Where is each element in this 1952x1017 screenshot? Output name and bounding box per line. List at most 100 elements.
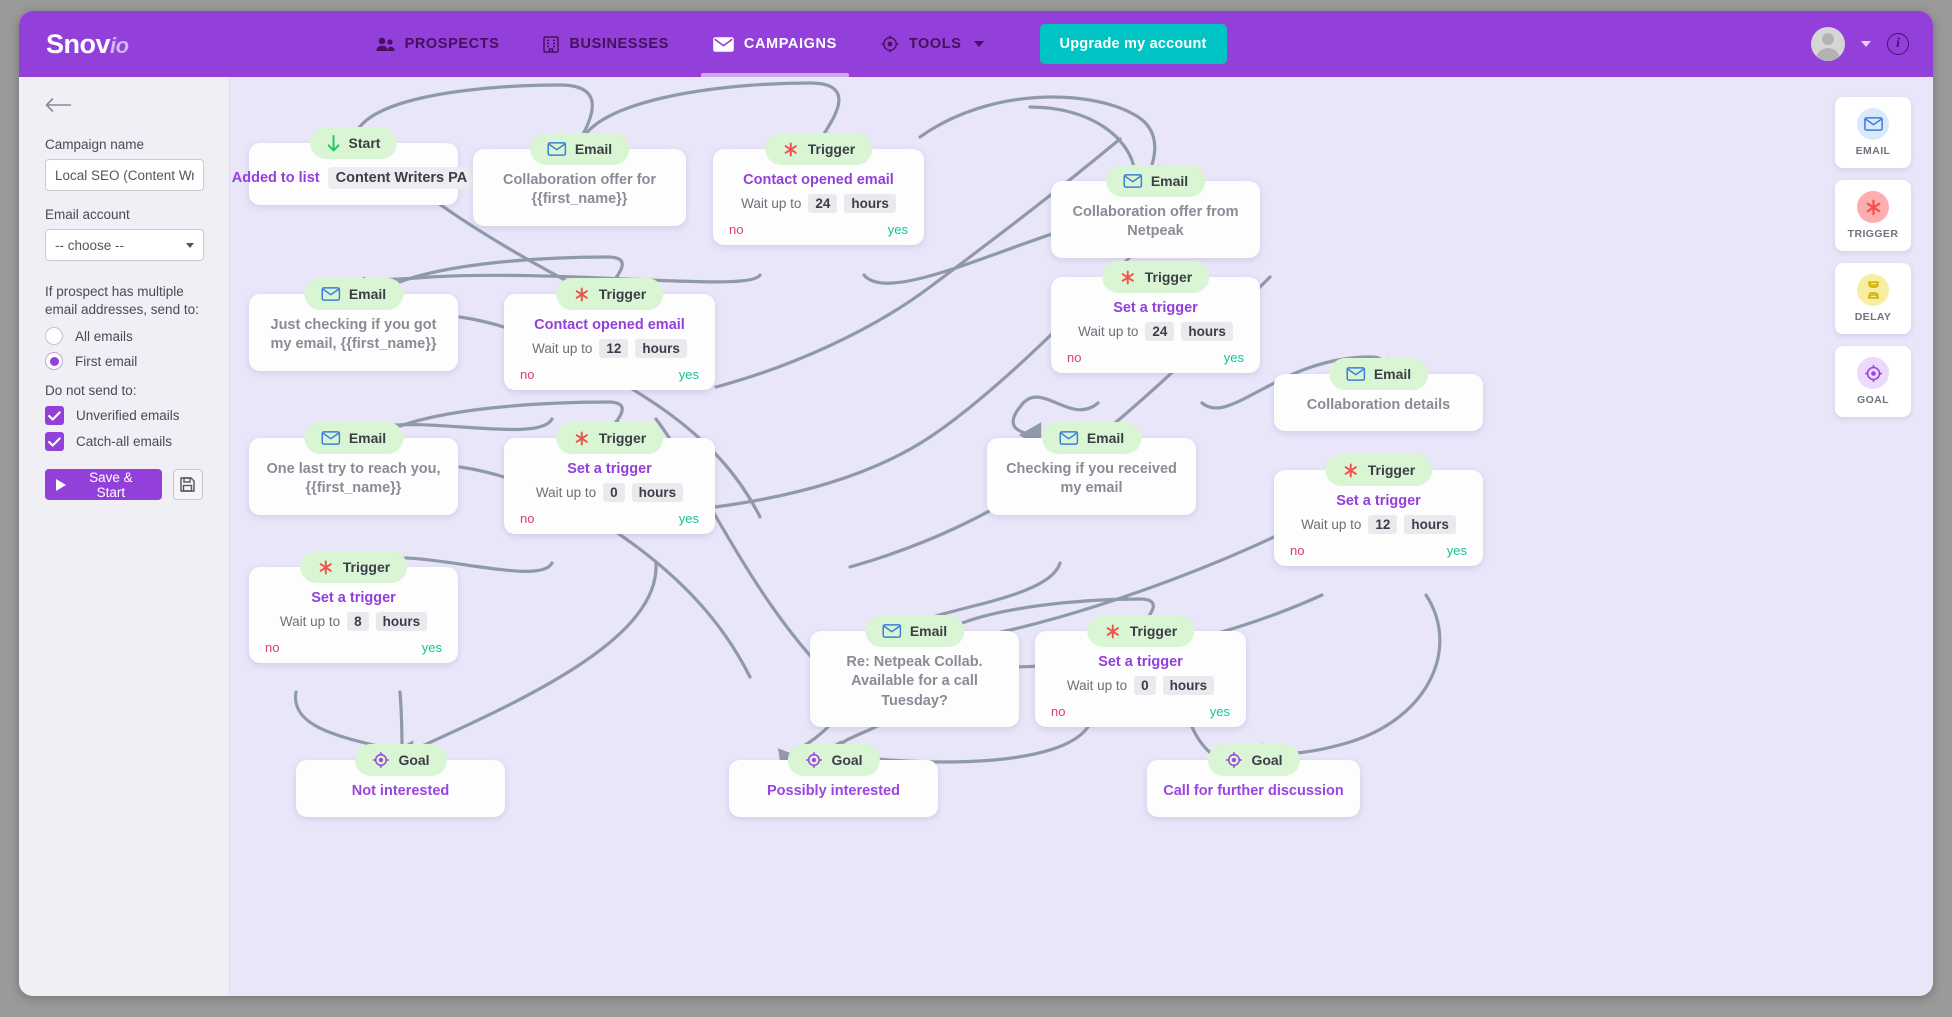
flow-node-email[interactable]: Email One last try to reach you, {{first…: [249, 422, 458, 515]
wait-value-chip[interactable]: 0: [1134, 676, 1156, 696]
branch-no-label: no: [1290, 543, 1305, 559]
radio-label: First email: [75, 353, 138, 369]
branch-no-label: no: [265, 640, 280, 656]
asterisk-icon: [1857, 191, 1889, 223]
nav-label: TOOLS: [908, 36, 962, 52]
checkbox-catch-all-emails[interactable]: Catch-all emails: [45, 432, 203, 452]
node-type-pill: Email: [303, 278, 404, 310]
flow-node-goal[interactable]: Goal Not interested: [296, 744, 505, 818]
node-type-pill: Email: [864, 615, 965, 647]
wait-unit-chip[interactable]: hours: [631, 483, 684, 503]
flow-node-email[interactable]: Email Collaboration offer from Netpeak: [1051, 165, 1260, 258]
branch-no-label: no: [1067, 350, 1082, 366]
node-type-label: Trigger: [598, 286, 647, 302]
nav-item-businesses[interactable]: BUSINESSES: [521, 11, 690, 77]
node-title: Set a trigger: [311, 590, 396, 606]
info-icon[interactable]: i: [1887, 33, 1909, 55]
envelope-icon: [713, 36, 734, 52]
play-icon: [56, 478, 66, 491]
flow-node-goal[interactable]: Goal Possibly interested: [729, 744, 938, 818]
node-type-pill: Trigger: [555, 278, 664, 310]
flow-node-trigger[interactable]: Trigger Set a trigger Wait up to 0 hours…: [1035, 615, 1246, 728]
wait-unit-chip[interactable]: hours: [844, 194, 896, 214]
node-type-label: Email: [1373, 366, 1412, 382]
email-account-select[interactable]: -- choose --: [45, 229, 204, 261]
start-node-body: Added to list Content Writers PA: [232, 165, 476, 205]
wait-row: Wait up to 24 hours: [713, 194, 924, 218]
flow-node-email[interactable]: Email Collaboration offer for {{first_na…: [473, 133, 686, 226]
header-right-group: i: [1811, 27, 1909, 61]
node-title: One last try to reach you, {{first_name}…: [266, 461, 441, 497]
wait-value-chip[interactable]: 0: [603, 483, 625, 503]
wait-value-chip[interactable]: 8: [347, 612, 369, 632]
checkbox-unverified-emails[interactable]: Unverified emails: [45, 406, 203, 426]
node-title: Set a trigger: [1098, 654, 1183, 670]
node-type-pill: Email: [1041, 422, 1142, 454]
flow-node-email[interactable]: Email Just checking if you got my email,…: [249, 278, 458, 371]
save-draft-button[interactable]: [172, 469, 203, 501]
chevron-down-icon: [973, 41, 984, 47]
flow-node-email[interactable]: Email Re: Netpeak Collab. Available for …: [810, 615, 1019, 727]
flow-node-goal[interactable]: Goal Call for further discussion: [1147, 744, 1360, 818]
campaign-name-input[interactable]: [45, 159, 204, 191]
flow-node-trigger[interactable]: Trigger Set a trigger Wait up to 12 hour…: [1274, 454, 1483, 567]
wait-prefix: Wait up to: [1301, 517, 1362, 533]
flow-node-trigger[interactable]: Trigger Set a trigger Wait up to 24 hour…: [1051, 261, 1260, 374]
branch-yes-label: yes: [1209, 704, 1230, 720]
logo[interactable]: Snovio: [46, 29, 129, 60]
asterisk-icon: [1119, 269, 1136, 286]
wait-prefix: Wait up to: [279, 614, 341, 630]
back-arrow-icon[interactable]: [45, 95, 73, 117]
node-title: Set a trigger: [567, 461, 652, 477]
palette-email-button[interactable]: EMAIL: [1835, 97, 1911, 168]
envelope-icon: [320, 287, 340, 301]
target-icon: [1224, 751, 1242, 769]
wait-value-chip[interactable]: 12: [599, 339, 629, 359]
node-type-label: Email: [1086, 430, 1125, 446]
node-type-pill: Start: [309, 127, 398, 159]
flow-node-trigger[interactable]: Trigger Contact opened email Wait up to …: [504, 278, 715, 391]
save-and-start-button[interactable]: Save & Start: [45, 469, 162, 501]
nav-item-campaigns[interactable]: CAMPAIGNS: [691, 11, 859, 77]
flow-node-email[interactable]: Email Checking if you received my email: [987, 422, 1196, 515]
node-title: Contact opened email: [743, 172, 894, 188]
wait-row: Wait up to 12 hours: [504, 339, 715, 363]
avatar[interactable]: [1811, 27, 1845, 61]
wait-row: Wait up to 0 hours: [1035, 676, 1246, 700]
radio-first-email[interactable]: First email: [45, 352, 203, 371]
radio-all-emails[interactable]: All emails: [45, 327, 203, 346]
flow-node-trigger[interactable]: Trigger Contact opened email Wait up to …: [713, 133, 924, 246]
wait-value-chip[interactable]: 24: [1145, 322, 1175, 342]
asterisk-icon: [782, 141, 799, 158]
branch-yes-label: yes: [678, 511, 699, 527]
branch-labels: no yes: [504, 363, 715, 390]
campaign-flow-canvas[interactable]: EMAIL TRIGGER DELAY GOAL Start Added to …: [230, 77, 1933, 996]
wait-unit-chip[interactable]: hours: [1181, 322, 1233, 342]
wait-unit-chip[interactable]: hours: [1162, 676, 1215, 696]
flow-node-start[interactable]: Start Added to list Content Writers PA: [232, 127, 476, 205]
node-type-label: Trigger: [807, 141, 856, 157]
flow-node-trigger[interactable]: Trigger Set a trigger Wait up to 0 hours…: [504, 422, 715, 535]
upgrade-account-button[interactable]: Upgrade my account: [1039, 24, 1227, 64]
nav-item-tools[interactable]: TOOLS: [859, 11, 1006, 77]
flow-node-email[interactable]: Email Collaboration details: [1274, 358, 1483, 432]
node-type-pill: Goal: [1207, 744, 1300, 776]
flow-node-trigger[interactable]: Trigger Set a trigger Wait up to 8 hours…: [249, 551, 458, 664]
wait-value-chip[interactable]: 24: [808, 194, 838, 214]
palette-delay-button[interactable]: DELAY: [1835, 263, 1911, 334]
palette-trigger-button[interactable]: TRIGGER: [1835, 180, 1911, 251]
nav-item-prospects[interactable]: PROSPECTS: [354, 11, 522, 77]
branch-labels: no yes: [1274, 539, 1483, 566]
branch-yes-label: yes: [887, 222, 908, 238]
branch-yes-label: yes: [421, 640, 442, 656]
branch-no-label: no: [520, 511, 535, 527]
wait-unit-chip[interactable]: hours: [375, 612, 428, 632]
palette-goal-button[interactable]: GOAL: [1835, 346, 1911, 417]
wait-unit-chip[interactable]: hours: [1404, 515, 1456, 535]
node-type-label: Email: [574, 141, 613, 157]
wait-row: Wait up to 12 hours: [1274, 515, 1483, 539]
wait-value-chip[interactable]: 12: [1368, 515, 1398, 535]
wait-unit-chip[interactable]: hours: [635, 339, 687, 359]
campaign-name-label: Campaign name: [45, 137, 145, 152]
chevron-down-icon[interactable]: [1861, 41, 1871, 47]
